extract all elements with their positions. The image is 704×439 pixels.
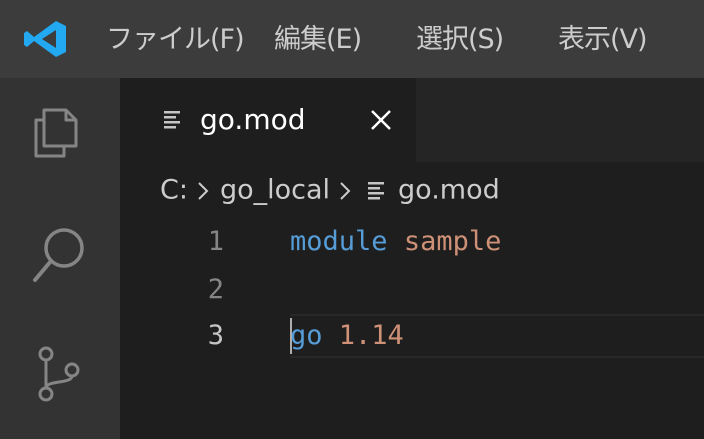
menu-file[interactable]: ファイル(F) — [106, 20, 245, 60]
activity-bar — [0, 78, 120, 439]
title-bar: ファイル(F) 編集(E) 選択(S) 表示(V) — [0, 0, 704, 78]
breadcrumb-item-file[interactable]: go.mod — [398, 175, 500, 206]
code-line[interactable]: go 1.14 — [290, 316, 404, 356]
file-lines-icon — [368, 181, 385, 199]
breadcrumb-item-drive[interactable]: C: — [160, 175, 188, 206]
line-number: 1 — [207, 226, 224, 257]
menu-selection[interactable]: 選択(S) — [416, 20, 504, 60]
file-lines-icon — [164, 111, 180, 129]
menu-view[interactable]: 表示(V) — [558, 20, 648, 60]
menu-edit[interactable]: 編集(E) — [274, 20, 362, 60]
search-icon[interactable] — [26, 222, 92, 288]
breadcrumb-item-folder[interactable]: go_local — [220, 175, 330, 206]
breadcrumb: C: go_local go.mod — [160, 170, 500, 210]
code-line[interactable]: module sample — [290, 222, 501, 262]
files-icon[interactable] — [26, 98, 92, 164]
source-control-icon[interactable] — [26, 340, 92, 406]
vscode-logo-icon[interactable] — [22, 19, 68, 59]
close-icon[interactable] — [368, 107, 394, 133]
tab-go-mod[interactable]: go.mod — [120, 78, 416, 162]
code-token-string: sample — [403, 226, 502, 257]
line-number-active: 3 — [207, 320, 224, 351]
chevron-right-icon — [198, 181, 209, 200]
tab-strip: go.mod — [120, 78, 704, 162]
code-token-string: 1.14 — [338, 320, 404, 351]
tab-label: go.mod — [200, 103, 306, 136]
editor-area: go.mod C: go_local go.mod 1 2 3 module sa… — [120, 78, 704, 439]
text-cursor — [290, 318, 292, 354]
chevron-right-icon — [340, 181, 351, 200]
code-token-keyword: module — [290, 226, 388, 257]
code-token-keyword: go — [290, 320, 323, 351]
line-number: 2 — [207, 274, 224, 305]
